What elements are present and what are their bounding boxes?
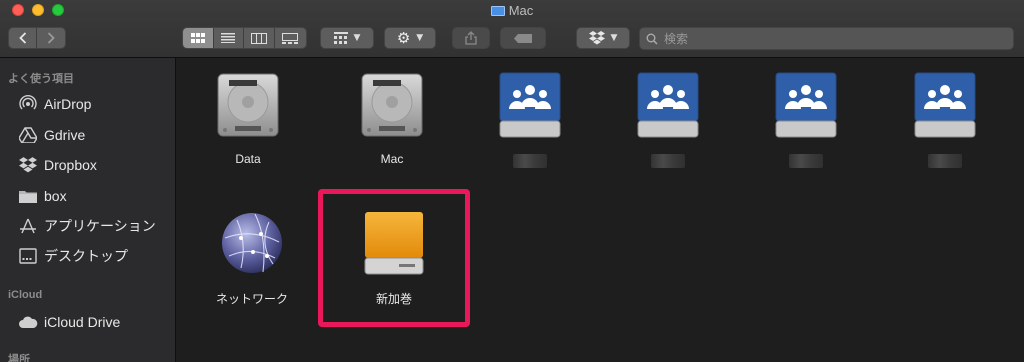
- shared-server-item[interactable]: [746, 70, 866, 168]
- volume-label: Mac: [380, 152, 404, 166]
- icon-view-button[interactable]: [183, 28, 214, 48]
- redacted-label: [651, 154, 685, 168]
- list-view-button[interactable]: [213, 28, 245, 48]
- shared-server-item[interactable]: [608, 70, 728, 168]
- gear-icon: ⚙: [396, 29, 411, 47]
- window-toolbar: Mac ▼ ⚙ ▼ ▼ 検索: [0, 0, 1024, 58]
- group-by-button[interactable]: ▼: [320, 27, 374, 49]
- volume-label: Data: [235, 152, 261, 166]
- volume-item-mac[interactable]: Mac: [332, 70, 452, 166]
- chevron-down-icon: ▼: [353, 33, 361, 43]
- applications-icon: [18, 217, 38, 235]
- sidebar-item-label: AirDrop: [44, 96, 92, 112]
- sidebar-item-label: デスクトップ: [44, 248, 128, 264]
- selection-highlight-box: [318, 189, 470, 327]
- sidebar-item-applications[interactable]: アプリケーション: [18, 215, 156, 237]
- locations-header: 場所: [8, 354, 30, 362]
- network-item[interactable]: ネットワーク: [192, 208, 312, 307]
- action-button[interactable]: ⚙ ▼: [384, 27, 436, 49]
- file-browser-area: Data Mac ネットワーク 新加巻: [177, 58, 1024, 362]
- sidebar-item-gdrive[interactable]: Gdrive: [18, 124, 85, 146]
- network-globe-icon: [217, 208, 287, 278]
- sidebar-item-icloud-drive[interactable]: iCloud Drive: [18, 311, 120, 333]
- desktop-icon: [18, 247, 38, 265]
- gallery-icon: [282, 32, 299, 44]
- redacted-label: [928, 154, 962, 168]
- airdrop-icon: [18, 95, 38, 113]
- sidebar-item-label: Dropbox: [44, 157, 97, 173]
- gdrive-icon: [18, 126, 38, 144]
- search-placeholder: 検索: [664, 32, 689, 46]
- sidebar-item-desktop[interactable]: デスクトップ: [18, 245, 128, 267]
- chevron-down-icon: ▼: [416, 33, 424, 43]
- internal-drive-icon: [213, 70, 283, 140]
- chevron-down-icon: ▼: [610, 33, 618, 43]
- volume-item-data[interactable]: Data: [188, 70, 308, 166]
- sidebar-item-label: iCloud Drive: [44, 314, 121, 330]
- share-icon: [465, 31, 477, 45]
- chevron-left-icon: [18, 32, 26, 44]
- sidebar-item-airdrop[interactable]: AirDrop: [18, 93, 91, 115]
- icloud-icon: [18, 313, 38, 331]
- gallery-view-button[interactable]: [274, 28, 306, 48]
- folder-icon: [18, 187, 38, 205]
- drive-icon: [490, 6, 505, 16]
- internal-drive-icon: [357, 70, 427, 140]
- list-icon: [221, 33, 236, 43]
- window-title: Mac: [0, 3, 1024, 18]
- network-label: ネットワーク: [215, 292, 288, 306]
- tag-icon: [514, 33, 532, 43]
- sidebar: よく使う項目 AirDrop Gdrive Dropbox box アプリケーシ…: [0, 58, 176, 362]
- back-button[interactable]: [9, 28, 38, 48]
- sidebar-item-dropbox[interactable]: Dropbox: [18, 154, 97, 176]
- view-mode-segment: [182, 27, 307, 49]
- favorites-header: よく使う項目: [8, 73, 74, 85]
- chevron-right-icon: [47, 32, 55, 44]
- share-button[interactable]: [452, 27, 490, 49]
- sidebar-item-label: box: [44, 188, 67, 204]
- sidebar-item-label: Gdrive: [44, 127, 86, 143]
- shared-server-icon: [495, 70, 565, 140]
- dropbox-icon: [18, 156, 38, 174]
- redacted-label: [789, 154, 823, 168]
- grid-icon: [190, 33, 205, 43]
- icloud-header: iCloud: [8, 289, 43, 301]
- shared-server-icon: [910, 70, 980, 140]
- forward-button[interactable]: [37, 28, 65, 48]
- search-input[interactable]: 検索: [639, 27, 1014, 50]
- redacted-label: [513, 154, 547, 168]
- tags-button[interactable]: [500, 27, 546, 49]
- dropbox-icon: [588, 31, 605, 45]
- sidebar-item-box[interactable]: box: [18, 185, 67, 207]
- columns-icon: [250, 32, 267, 44]
- grid-icon: [333, 32, 348, 44]
- dropbox-menu-button[interactable]: ▼: [576, 27, 630, 49]
- shared-server-item[interactable]: [470, 70, 590, 168]
- column-view-button[interactable]: [244, 28, 275, 48]
- shared-server-icon: [771, 70, 841, 140]
- sidebar-item-label: アプリケーション: [44, 218, 156, 234]
- shared-server-item[interactable]: [885, 70, 1005, 168]
- shared-server-icon: [633, 70, 703, 140]
- search-icon: [646, 33, 658, 45]
- nav-buttons: [8, 27, 66, 49]
